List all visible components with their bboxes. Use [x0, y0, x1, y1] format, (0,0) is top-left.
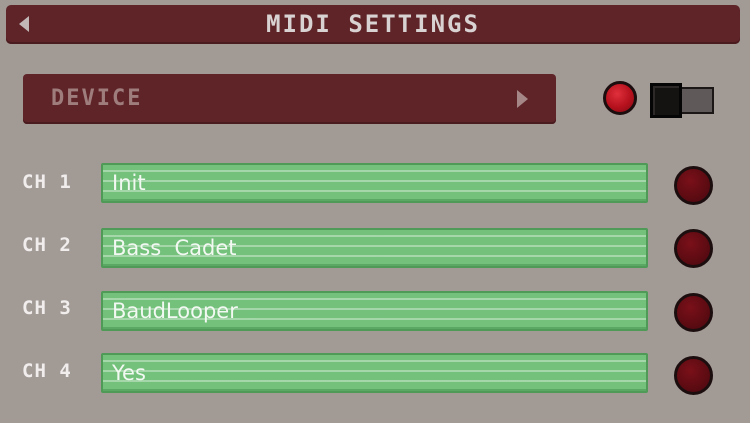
device-label: DEVICE — [51, 86, 143, 111]
channel-label-4: CH 4 — [22, 360, 72, 382]
toggle-knob — [650, 83, 682, 118]
channel-label-3: CH 3 — [22, 297, 72, 319]
channel-value-2: Bass Cadet — [112, 236, 237, 260]
toggle-switch[interactable] — [650, 83, 714, 118]
channel-led-2[interactable] — [674, 229, 713, 268]
page-title: MIDI SETTINGS — [266, 10, 480, 38]
channel-led-3[interactable] — [674, 293, 713, 332]
channel-led-4[interactable] — [674, 356, 713, 395]
chevron-right-icon — [517, 90, 528, 108]
title-bar: MIDI SETTINGS — [6, 5, 740, 44]
channel-value-4: Yes — [112, 361, 146, 385]
channel-field-4[interactable]: Yes — [101, 353, 648, 393]
device-selector-button[interactable]: DEVICE — [23, 74, 556, 124]
status-led — [603, 81, 637, 115]
channel-field-1[interactable]: Init — [101, 163, 648, 203]
channel-field-3[interactable]: BaudLooper — [101, 291, 648, 331]
channel-label-2: CH 2 — [22, 234, 72, 256]
channel-led-1[interactable] — [674, 166, 713, 205]
channel-value-1: Init — [112, 171, 146, 195]
channel-value-3: BaudLooper — [112, 299, 238, 323]
channel-label-1: CH 1 — [22, 171, 72, 193]
channel-field-2[interactable]: Bass Cadet — [101, 228, 648, 268]
